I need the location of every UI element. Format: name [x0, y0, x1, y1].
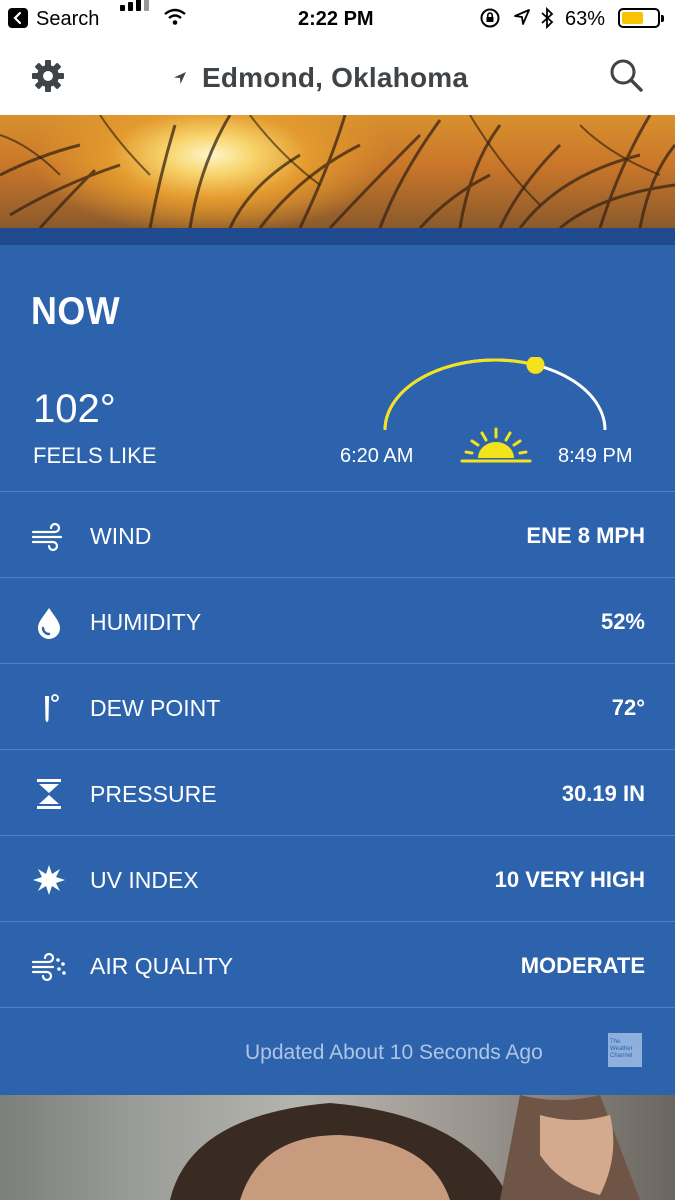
sun-path-arc — [383, 357, 607, 431]
humidity-label: HUMIDITY — [90, 609, 202, 635]
condition-row-uv-index: UV INDEX 10 VERY HIGH — [0, 835, 675, 922]
uv-index-label: UV INDEX — [90, 867, 199, 893]
header-band — [0, 228, 675, 245]
condition-row-pressure: PRESSURE 30.19 IN — [0, 749, 675, 836]
air-quality-value: MODERATE — [520, 953, 645, 978]
pressure-value: 30.19 IN — [561, 781, 645, 806]
condition-row-air-quality: AIR QUALITY MODERATE — [0, 921, 675, 1008]
location-title[interactable]: Edmond, Oklahoma — [172, 62, 468, 94]
condition-row-dew-point: DEW POINT 72° — [0, 663, 675, 750]
rotation-lock-icon — [480, 8, 500, 28]
news-photo-thumbnail[interactable] — [0, 1095, 675, 1200]
updated-timestamp: Updated About 10 Seconds Ago — [245, 1041, 543, 1064]
wifi-icon — [164, 8, 186, 25]
battery-percentage: 63% — [565, 8, 606, 30]
sun-position-marker — [526, 357, 545, 374]
status-bar: Search 2:22 PM 63% — [0, 0, 675, 38]
feels-like-temperature: 102° — [33, 387, 116, 431]
card-title: NOW — [31, 290, 121, 333]
clock-time: 2:22 PM — [298, 8, 374, 30]
condition-row-wind: WIND ENE 8 MPH — [0, 491, 675, 578]
feels-like-label: FEELS LIKE — [33, 443, 157, 468]
search-icon[interactable] — [608, 57, 644, 93]
sunset-time: 8:49 PM — [558, 445, 633, 467]
settings-gear-icon[interactable] — [29, 57, 67, 95]
now-card: NOW 102° FEELS LIKE 6:20 AM 8:49 PM WIND… — [0, 245, 675, 1095]
humidity-value: 52% — [600, 609, 645, 634]
sun-horizon-icon — [460, 427, 532, 463]
condition-row-humidity: HUMIDITY 52% — [0, 577, 675, 664]
pressure-icon — [37, 779, 61, 809]
air-quality-icon — [31, 952, 66, 982]
uv-index-value: 10 VERY HIGH — [494, 867, 645, 892]
humidity-icon — [38, 608, 60, 639]
battery-icon — [618, 8, 664, 28]
weather-channel-logo: The Weather Channel — [608, 1033, 642, 1067]
header-photo-grass-sunset — [0, 115, 675, 228]
bluetooth-icon — [541, 6, 554, 30]
dew-point-value: 72° — [611, 695, 645, 720]
wind-label: WIND — [90, 523, 152, 549]
location-name: Edmond, Oklahoma — [202, 62, 469, 93]
air-quality-label: AIR QUALITY — [90, 953, 234, 979]
back-to-search-link[interactable]: Search — [36, 8, 99, 31]
sunrise-time: 6:20 AM — [340, 445, 414, 467]
back-arrow-icon[interactable] — [8, 8, 28, 28]
app-header: Edmond, Oklahoma — [0, 38, 675, 115]
location-services-icon — [514, 9, 530, 25]
pressure-label: PRESSURE — [90, 781, 217, 807]
dew-point-label: DEW POINT — [90, 695, 221, 721]
dew-point-icon — [45, 694, 59, 722]
location-arrow-icon — [174, 72, 186, 84]
wind-icon — [31, 522, 63, 552]
uv-index-icon — [33, 865, 65, 895]
wind-value: ENE 8 MPH — [526, 523, 645, 548]
